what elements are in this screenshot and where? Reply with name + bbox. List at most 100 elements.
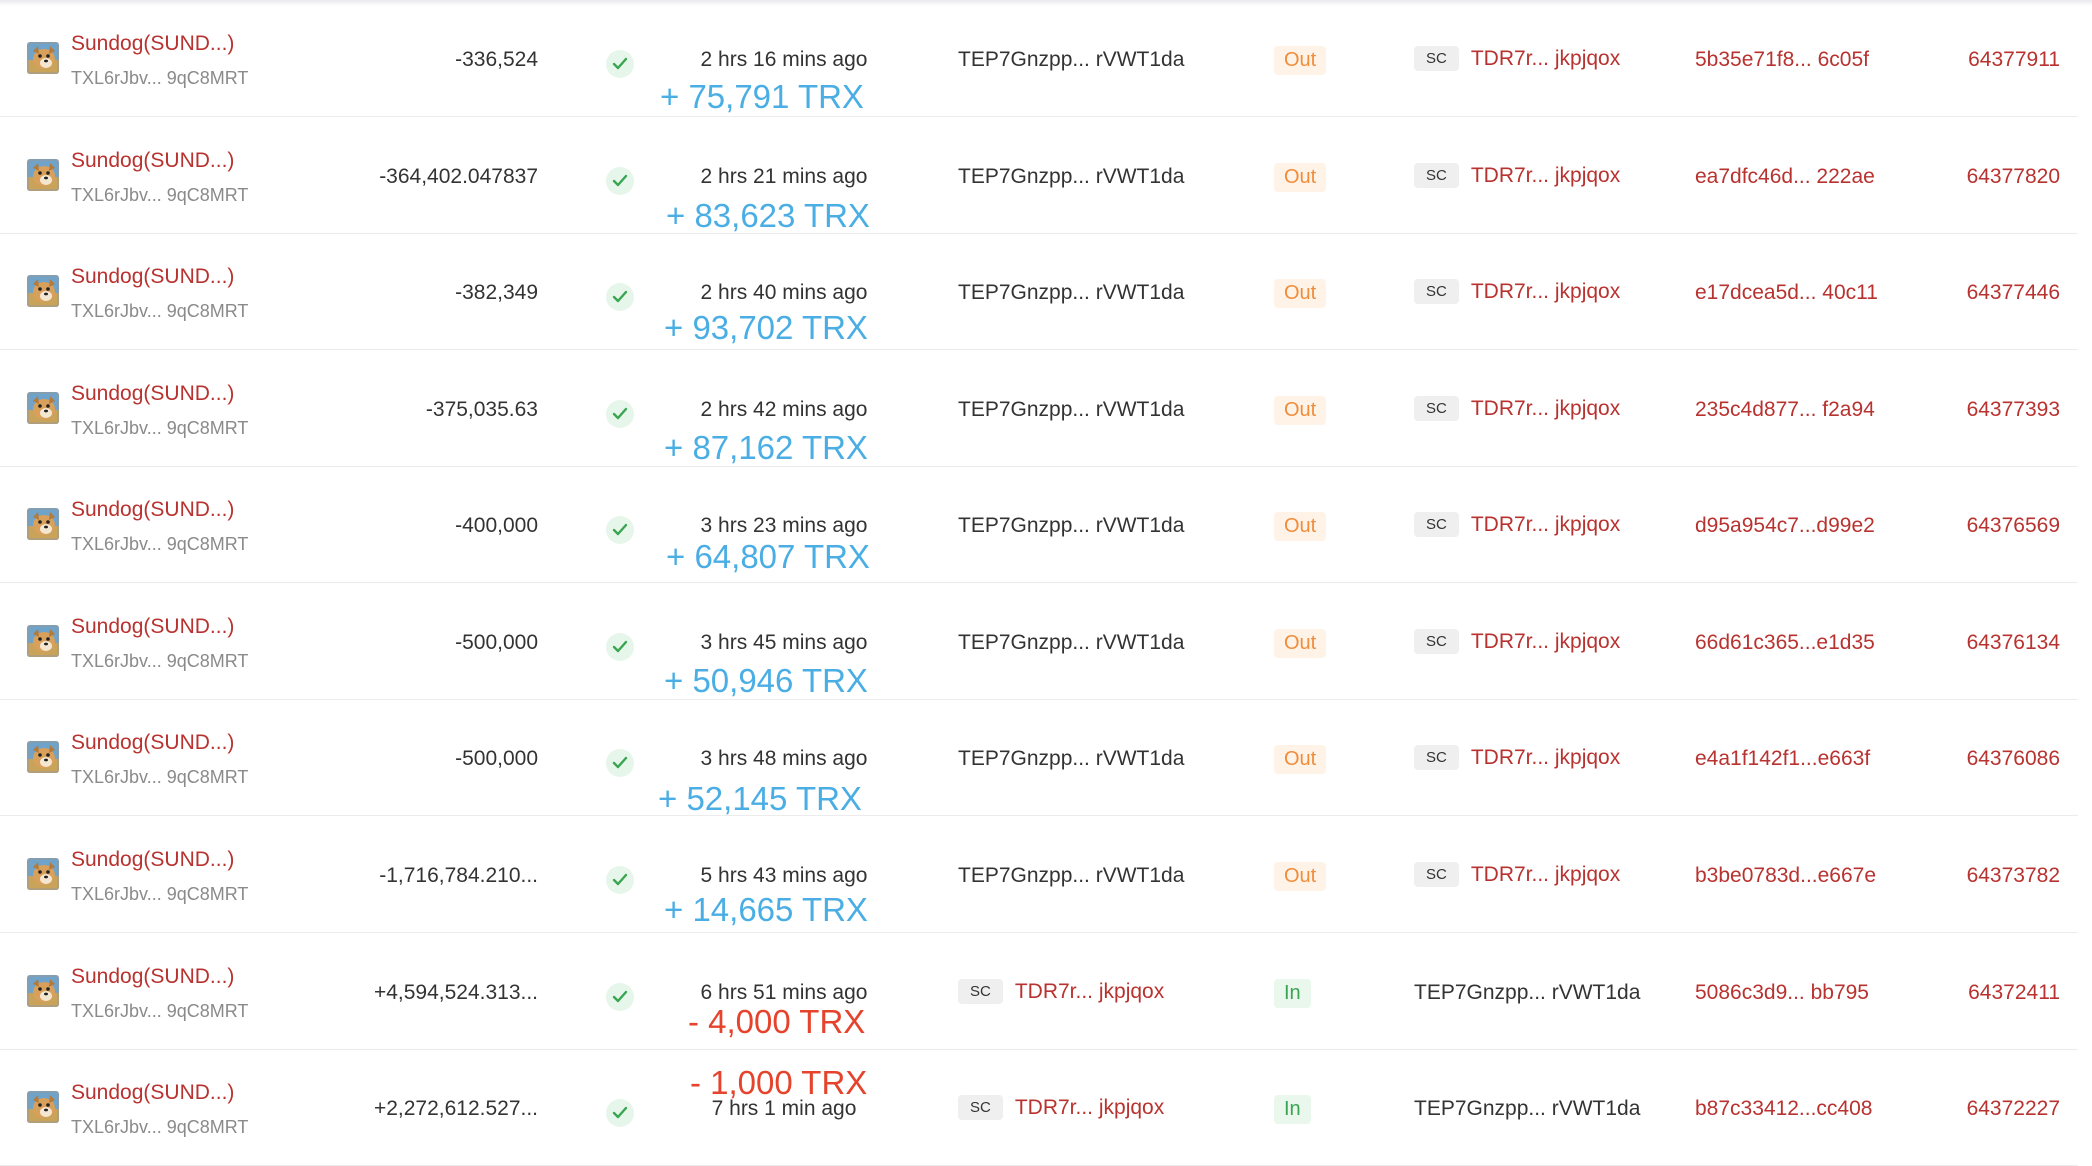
token-name-link[interactable]: Sundog(SUND...) xyxy=(71,1081,234,1105)
transaction-hash-link[interactable]: b3be0783d...e667e xyxy=(1695,864,1876,888)
token-contract-address[interactable]: TXL6rJbv... 9qC8MRT xyxy=(71,884,248,905)
token-name-link[interactable]: Sundog(SUND...) xyxy=(71,149,234,173)
to-address-link[interactable]: TDR7r... jkpjqox xyxy=(1471,513,1620,537)
to-address-link[interactable]: TDR7r... jkpjqox xyxy=(1471,630,1620,654)
sundog-dog-icon xyxy=(27,159,59,191)
token-name-link[interactable]: Sundog(SUND...) xyxy=(71,265,234,289)
from-address-link[interactable]: TEP7Gnzpp... rVWT1da xyxy=(958,747,1184,771)
from-address-link[interactable]: TEP7Gnzpp... rVWT1da xyxy=(958,281,1184,305)
table-row: Sundog(SUND...) TXL6rJbv... 9qC8MRT -500,0… xyxy=(0,699,2078,817)
table-row: Sundog(SUND...) TXL6rJbv... 9qC8MRT -364,4… xyxy=(0,117,2078,234)
token-contract-address[interactable]: TXL6rJbv... 9qC8MRT xyxy=(71,651,248,672)
transaction-hash-link[interactable]: 235c4d877... f2a94 xyxy=(1695,398,1875,422)
transaction-hash-link[interactable]: e4a1f142f1...e663f xyxy=(1695,747,1870,771)
block-number-link[interactable]: 64376134 xyxy=(1967,631,2060,655)
direction-badge: Out xyxy=(1274,46,1327,75)
table-row: Sundog(SUND...) TXL6rJbv... 9qC8MRT -500,0… xyxy=(0,583,2078,700)
transaction-hash-link[interactable]: ea7dfc46d... 222ae xyxy=(1695,165,1875,189)
trx-balance-change: + 52,145 TRX xyxy=(658,780,862,817)
to-address-link[interactable]: TEP7Gnzpp... rVWT1da xyxy=(1414,981,1640,1005)
trx-balance-change: + 50,946 TRX xyxy=(664,662,868,699)
to-address-link[interactable]: TEP7Gnzpp... rVWT1da xyxy=(1414,1097,1640,1121)
from-address-link[interactable]: TEP7Gnzpp... rVWT1da xyxy=(958,864,1184,888)
to-address[interactable]: SC TDR7r... jkpjqox xyxy=(1414,279,1620,309)
token-contract-address[interactable]: TXL6rJbv... 9qC8MRT xyxy=(71,418,248,439)
transfer-age: 3 hrs 45 mins ago xyxy=(700,631,868,654)
token-name-link[interactable]: Sundog(SUND...) xyxy=(71,615,234,639)
transaction-hash-link[interactable]: d95a954c7...d99e2 xyxy=(1695,514,1875,538)
token-contract-address[interactable]: TXL6rJbv... 9qC8MRT xyxy=(71,185,248,206)
check-circle-icon xyxy=(606,633,634,661)
block-number-link[interactable]: 64377820 xyxy=(1967,165,2060,189)
from-address-link[interactable]: TEP7Gnzpp... rVWT1da xyxy=(958,165,1184,189)
transaction-hash-link[interactable]: 66d61c365...e1d35 xyxy=(1695,631,1875,655)
from-address-link[interactable]: TEP7Gnzpp... rVWT1da xyxy=(958,398,1184,422)
transaction-hash-link[interactable]: e17dcea5d... 40c11 xyxy=(1695,281,1878,305)
to-address[interactable]: SC TDR7r... jkpjqox xyxy=(1414,862,1620,892)
token-name-link[interactable]: Sundog(SUND...) xyxy=(71,32,234,56)
check-circle-icon xyxy=(606,866,634,894)
block-number-link[interactable]: 64377446 xyxy=(1967,281,2060,305)
to-address[interactable]: SC TDR7r... jkpjqox xyxy=(1414,163,1620,193)
block-number-link[interactable]: 64376086 xyxy=(1967,747,2060,771)
to-address-link[interactable]: TDR7r... jkpjqox xyxy=(1471,397,1620,421)
from-address[interactable]: SC TDR7r... jkpjqox xyxy=(958,979,1164,1009)
token-contract-address[interactable]: TXL6rJbv... 9qC8MRT xyxy=(71,301,248,322)
block-number-link[interactable]: 64373782 xyxy=(1967,864,2060,888)
transaction-hash-link[interactable]: 5086c3d9... bb795 xyxy=(1695,981,1869,1005)
transfer-age: 6 hrs 51 mins ago xyxy=(700,981,868,1004)
check-circle-icon xyxy=(606,167,634,195)
to-address[interactable]: SC TDR7r... jkpjqox xyxy=(1414,745,1620,775)
block-number-link[interactable]: 64372227 xyxy=(1967,1097,2060,1121)
table-row: Sundog(SUND...) TXL6rJbv... 9qC8MRT +4,594… xyxy=(0,933,2078,1050)
to-address-link[interactable]: TDR7r... jkpjqox xyxy=(1471,164,1620,188)
trx-balance-change: + 75,791 TRX xyxy=(660,78,864,115)
trx-balance-change: + 83,623 TRX xyxy=(666,197,870,234)
token-contract-address[interactable]: TXL6rJbv... 9qC8MRT xyxy=(71,534,248,555)
transfer-age: 2 hrs 21 mins ago xyxy=(700,165,868,188)
token-contract-address[interactable]: TXL6rJbv... 9qC8MRT xyxy=(71,1001,248,1022)
transfer-amount: +4,594,524.313... xyxy=(373,981,538,1004)
to-address[interactable]: SC TDR7r... jkpjqox xyxy=(1414,396,1620,426)
to-address-link[interactable]: TDR7r... jkpjqox xyxy=(1471,280,1620,304)
from-address-link[interactable]: TEP7Gnzpp... rVWT1da xyxy=(958,514,1184,538)
check-circle-icon xyxy=(606,516,634,544)
transfer-age: 5 hrs 43 mins ago xyxy=(700,864,868,887)
smart-contract-badge: SC xyxy=(1414,396,1459,421)
to-address-link[interactable]: TDR7r... jkpjqox xyxy=(1471,47,1620,71)
smart-contract-badge: SC xyxy=(1414,512,1459,537)
block-number-link[interactable]: 64372411 xyxy=(1968,981,2060,1005)
token-name-link[interactable]: Sundog(SUND...) xyxy=(71,848,234,872)
to-address[interactable]: SC TDR7r... jkpjqox xyxy=(1414,512,1620,542)
from-address-link[interactable]: TDR7r... jkpjqox xyxy=(1015,980,1164,1004)
to-address[interactable]: SC TDR7r... jkpjqox xyxy=(1414,629,1620,659)
smart-contract-badge: SC xyxy=(1414,46,1459,71)
token-contract-address[interactable]: TXL6rJbv... 9qC8MRT xyxy=(71,68,248,89)
transfer-amount: -500,000 xyxy=(455,631,538,654)
transfer-age: 2 hrs 16 mins ago xyxy=(700,48,868,71)
smart-contract-badge: SC xyxy=(1414,862,1459,887)
trx-balance-change: + 87,162 TRX xyxy=(664,429,868,466)
to-address-link[interactable]: TDR7r... jkpjqox xyxy=(1471,863,1620,887)
token-name-link[interactable]: Sundog(SUND...) xyxy=(71,382,234,406)
from-address-link[interactable]: TDR7r... jkpjqox xyxy=(1015,1096,1164,1120)
to-address-link[interactable]: TDR7r... jkpjqox xyxy=(1471,746,1620,770)
direction-badge: Out xyxy=(1274,279,1327,308)
token-name-link[interactable]: Sundog(SUND...) xyxy=(71,731,234,755)
block-number-link[interactable]: 64376569 xyxy=(1967,514,2060,538)
direction-badge: In xyxy=(1274,979,1311,1008)
token-name-link[interactable]: Sundog(SUND...) xyxy=(71,498,234,522)
to-address[interactable]: SC TDR7r... jkpjqox xyxy=(1414,46,1620,76)
token-name-link[interactable]: Sundog(SUND...) xyxy=(71,965,234,989)
transfer-amount: -500,000 xyxy=(455,747,538,770)
transaction-hash-link[interactable]: b87c33412...cc408 xyxy=(1695,1097,1872,1121)
block-number-link[interactable]: 64377911 xyxy=(1968,48,2060,72)
block-number-link[interactable]: 64377393 xyxy=(1967,398,2060,422)
token-contract-address[interactable]: TXL6rJbv... 9qC8MRT xyxy=(71,1117,248,1138)
token-contract-address[interactable]: TXL6rJbv... 9qC8MRT xyxy=(71,767,248,788)
from-address[interactable]: SC TDR7r... jkpjqox xyxy=(958,1095,1164,1125)
transfer-age: 3 hrs 48 mins ago xyxy=(700,747,868,770)
from-address-link[interactable]: TEP7Gnzpp... rVWT1da xyxy=(958,48,1184,72)
transaction-hash-link[interactable]: 5b35e71f8... 6c05f xyxy=(1695,48,1869,72)
from-address-link[interactable]: TEP7Gnzpp... rVWT1da xyxy=(958,631,1184,655)
